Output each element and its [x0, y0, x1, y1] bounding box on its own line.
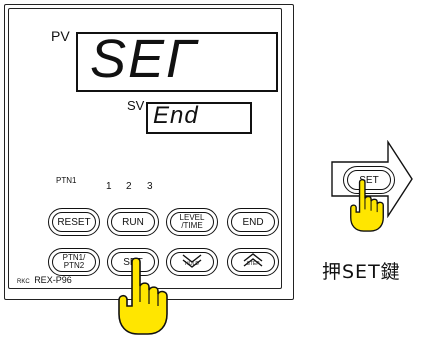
pointing-hand-icon	[118, 257, 168, 335]
step-up-button-inner: STEP	[231, 252, 275, 272]
run-button-label: RUN	[111, 212, 155, 232]
reset-button-label: RESET	[52, 212, 96, 232]
side-pointing-hand-icon	[350, 179, 384, 232]
brand-mark: RKC	[17, 279, 30, 285]
reset-button[interactable]: RESET	[48, 208, 100, 236]
run-button[interactable]: RUN	[107, 208, 159, 236]
ptn-switch-button[interactable]: PTN1/ PTN2	[48, 248, 100, 276]
model-name: REX-P96	[34, 275, 72, 285]
pv-label: PV	[51, 28, 70, 44]
step-label: STEP	[246, 261, 260, 267]
step-up-button[interactable]: STEP	[227, 248, 279, 276]
sv-value: End	[153, 102, 199, 129]
sv-label: SV	[127, 98, 145, 113]
level-time-button[interactable]: LEVEL /TIME	[166, 208, 218, 236]
ptn-switch-button-label: PTN1/ PTN2	[52, 252, 96, 272]
end-button-label: END	[231, 212, 275, 232]
press-set-caption: 押SET鍵	[322, 261, 401, 283]
end-button[interactable]: END	[227, 208, 279, 236]
brand-label: RKC REX-P96	[17, 275, 72, 285]
ptn-number-2: 2	[126, 181, 132, 192]
pv-value: SEГ	[90, 29, 198, 89]
ptn-number-1: 1	[106, 181, 112, 192]
ptn-number-3: 3	[147, 181, 153, 192]
hold-down-button-inner: HOLD	[170, 252, 214, 272]
level-time-button-label: LEVEL /TIME	[170, 212, 214, 232]
hold-label: HOLD	[185, 261, 199, 267]
ptn-label: PTN1	[56, 176, 77, 185]
